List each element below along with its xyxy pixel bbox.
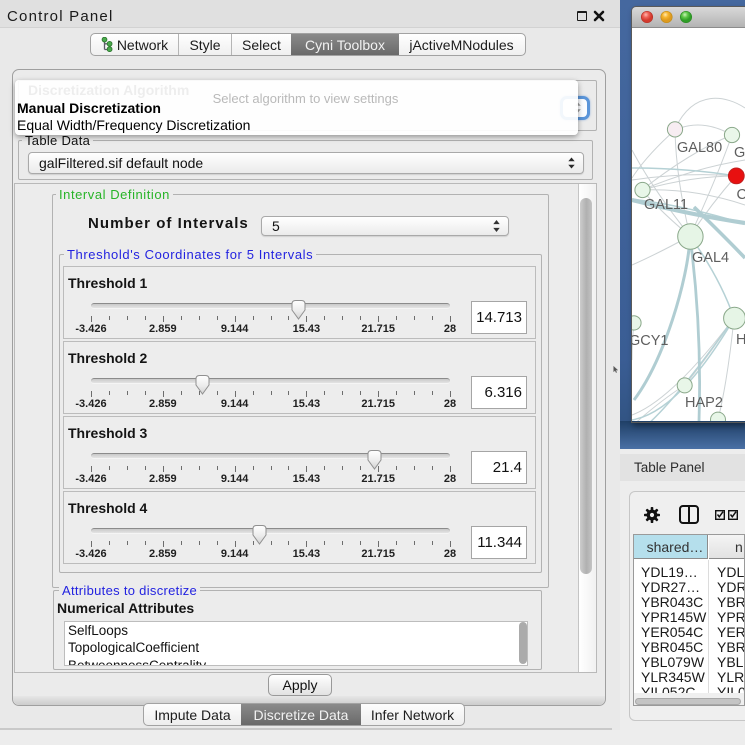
- svg-text:GAL4: GAL4: [692, 250, 729, 266]
- svg-text:H: H: [736, 332, 745, 348]
- svg-text:GAL80: GAL80: [677, 140, 722, 156]
- svg-text:HAP2: HAP2: [685, 395, 723, 411]
- svg-text:GCY1: GCY1: [632, 333, 669, 349]
- svg-text:C: C: [737, 187, 745, 203]
- svg-text:GAL11: GAL11: [644, 197, 688, 213]
- svg-text:GA: GA: [734, 145, 745, 161]
